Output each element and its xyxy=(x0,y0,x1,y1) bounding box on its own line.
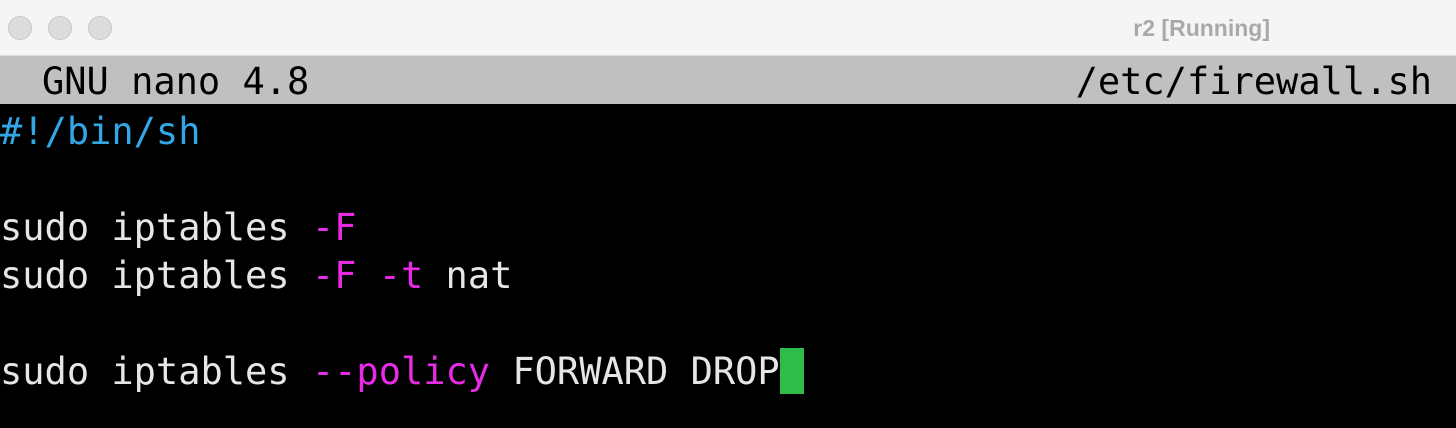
command-text: sudo iptables xyxy=(0,206,312,249)
command-text: sudo iptables xyxy=(0,350,312,393)
code-line: sudo iptables --policy FORWARD DROP xyxy=(0,347,1456,396)
code-line: #!/bin/sh xyxy=(0,108,1456,156)
vm-window: r2 [Running] GNU nano 4.8 /etc/firewall.… xyxy=(0,0,1456,428)
editor-area[interactable]: #!/bin/sh sudo iptables -F sudo iptables… xyxy=(0,108,1456,396)
flag-text: --policy xyxy=(311,350,491,393)
nano-version-label: GNU nano 4.8 xyxy=(42,60,310,103)
flag-text: -F xyxy=(311,206,357,249)
argument-text: FORWARD DROP xyxy=(490,350,780,393)
flag-text: -F xyxy=(311,254,357,297)
file-name-label: /etc/firewall.sh xyxy=(1075,60,1432,103)
zoom-window-button[interactable] xyxy=(88,16,112,40)
minimize-window-button[interactable] xyxy=(48,16,72,40)
command-text: sudo iptables xyxy=(0,254,312,297)
nano-header-bar: GNU nano 4.8 /etc/firewall.sh xyxy=(0,56,1456,104)
argument-text: nat xyxy=(423,254,513,297)
shebang-text: #!/bin/sh xyxy=(0,110,201,153)
window-titlebar[interactable]: r2 [Running] xyxy=(0,0,1456,56)
text-cursor xyxy=(779,347,804,394)
window-title: r2 [Running] xyxy=(1133,15,1270,41)
code-line: sudo iptables -F xyxy=(0,204,1456,252)
flag-text: -t xyxy=(378,254,424,297)
code-line: sudo iptables -F -t nat xyxy=(0,252,1456,300)
close-window-button[interactable] xyxy=(8,16,32,40)
separator-text xyxy=(356,254,378,297)
